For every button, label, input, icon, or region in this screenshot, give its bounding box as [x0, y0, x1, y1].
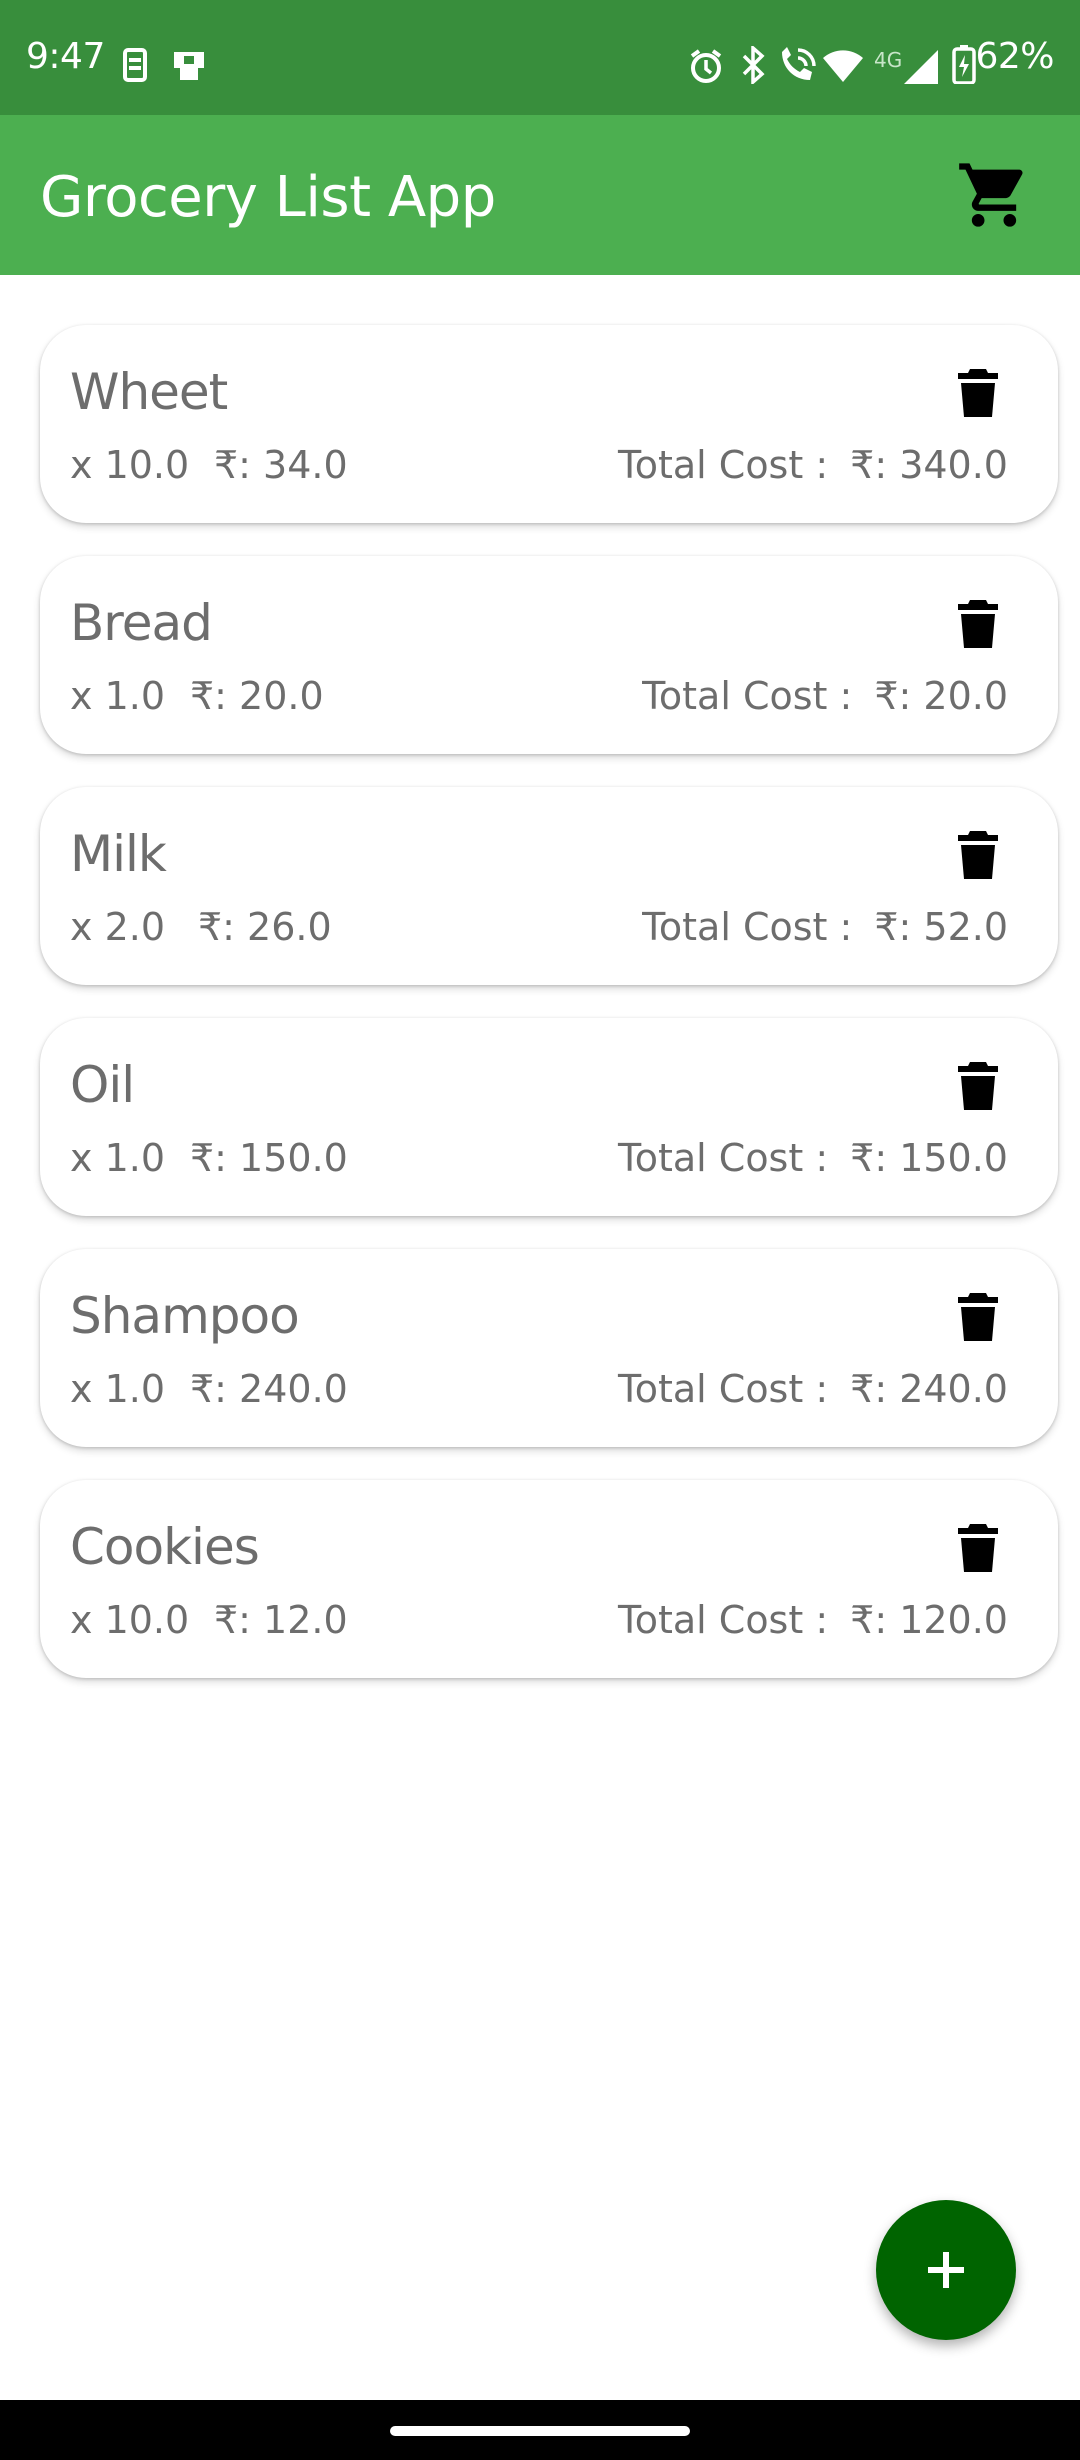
home-gesture-handle[interactable] [390, 2426, 690, 2436]
signal-icon [902, 48, 940, 88]
bluetooth-icon [740, 44, 766, 88]
item-quantity: x 10.0 [70, 443, 190, 487]
list-item[interactable]: Oil x 1.0 ₹: 150.0 Total Cost : ₹: 150.0 [40, 1018, 1058, 1216]
network-type: 4G [874, 48, 903, 72]
delete-icon[interactable] [958, 1522, 998, 1572]
item-quantity: x 1.0 [70, 1136, 165, 1180]
add-item-button[interactable] [876, 2200, 1016, 2340]
item-quantity: x 1.0 [70, 674, 165, 718]
total-cost-label: Total Cost : [617, 1367, 829, 1411]
shopping-cart-icon[interactable] [956, 155, 1032, 235]
item-name: Cookies [70, 1518, 260, 1576]
item-total: Total Cost : ₹: 20.0 [642, 674, 1008, 718]
list-item[interactable]: Cookies x 10.0 ₹: 12.0 Total Cost : ₹: 12… [40, 1480, 1058, 1678]
item-name: Bread [70, 594, 213, 652]
total-cost-label: Total Cost : [617, 1598, 829, 1642]
item-quantity: x 10.0 [70, 1598, 190, 1642]
total-cost-value: ₹: 52.0 [874, 905, 1008, 949]
total-cost-value: ₹: 20.0 [874, 674, 1008, 718]
battery-icon [952, 44, 976, 88]
item-price: ₹: 150.0 [190, 1136, 348, 1180]
total-cost-value: ₹: 120.0 [850, 1598, 1008, 1642]
item-name: Milk [70, 825, 167, 883]
total-cost-label: Total Cost : [642, 905, 853, 949]
item-quantity: x 1.0 [70, 1367, 165, 1411]
total-cost-value: ₹: 340.0 [850, 443, 1008, 487]
item-price: ₹: 240.0 [190, 1367, 348, 1411]
list-item[interactable]: Shampoo x 1.0 ₹: 240.0 Total Cost : ₹: 24… [40, 1249, 1058, 1447]
delete-icon[interactable] [958, 1291, 998, 1341]
alarm-icon [688, 48, 724, 88]
total-cost-value: ₹: 150.0 [850, 1136, 1008, 1180]
list-item[interactable]: Wheet x 10.0 ₹: 34.0 Total Cost : ₹: 340.… [40, 325, 1058, 523]
plus-icon [928, 2252, 964, 2288]
total-cost-label: Total Cost : [617, 1136, 829, 1180]
delete-icon[interactable] [958, 367, 998, 417]
item-total: Total Cost : ₹: 52.0 [642, 905, 1008, 949]
item-price: ₹: 20.0 [190, 674, 324, 718]
list-item[interactable]: Bread x 1.0 ₹: 20.0 Total Cost : ₹: 20.0 [40, 556, 1058, 754]
total-cost-value: ₹: 240.0 [850, 1367, 1008, 1411]
navigation-bar [0, 2400, 1080, 2460]
wifi-call-icon [776, 46, 816, 88]
item-name: Shampoo [70, 1287, 300, 1345]
list-item[interactable]: Milk x 2.0 ₹: 26.0 Total Cost : ₹: 52.0 [40, 787, 1058, 985]
item-total: Total Cost : ₹: 150.0 [618, 1136, 1008, 1180]
item-name: Oil [70, 1056, 135, 1114]
item-name: Wheet [70, 363, 228, 421]
item-quantity: x 2.0 [70, 905, 165, 949]
delete-icon[interactable] [958, 829, 998, 879]
app-title: Grocery List App [40, 165, 496, 230]
item-total: Total Cost : ₹: 240.0 [618, 1367, 1008, 1411]
total-cost-label: Total Cost : [617, 443, 829, 487]
battery-percent: 62% [975, 36, 1054, 77]
item-price: ₹: 34.0 [214, 443, 348, 487]
item-price: ₹: 26.0 [198, 905, 332, 949]
clipboard-icon [170, 48, 208, 86]
sim-icon [122, 48, 148, 86]
wifi-icon [822, 48, 864, 86]
status-bar: 9:47 4G 62% [0, 0, 1080, 115]
item-total: Total Cost : ₹: 120.0 [618, 1598, 1008, 1642]
item-total: Total Cost : ₹: 340.0 [618, 443, 1008, 487]
total-cost-label: Total Cost : [642, 674, 853, 718]
app-bar: Grocery List App [0, 115, 1080, 275]
status-time: 9:47 [26, 36, 105, 77]
delete-icon[interactable] [958, 598, 998, 648]
item-price: ₹: 12.0 [214, 1598, 348, 1642]
delete-icon[interactable] [958, 1060, 998, 1110]
